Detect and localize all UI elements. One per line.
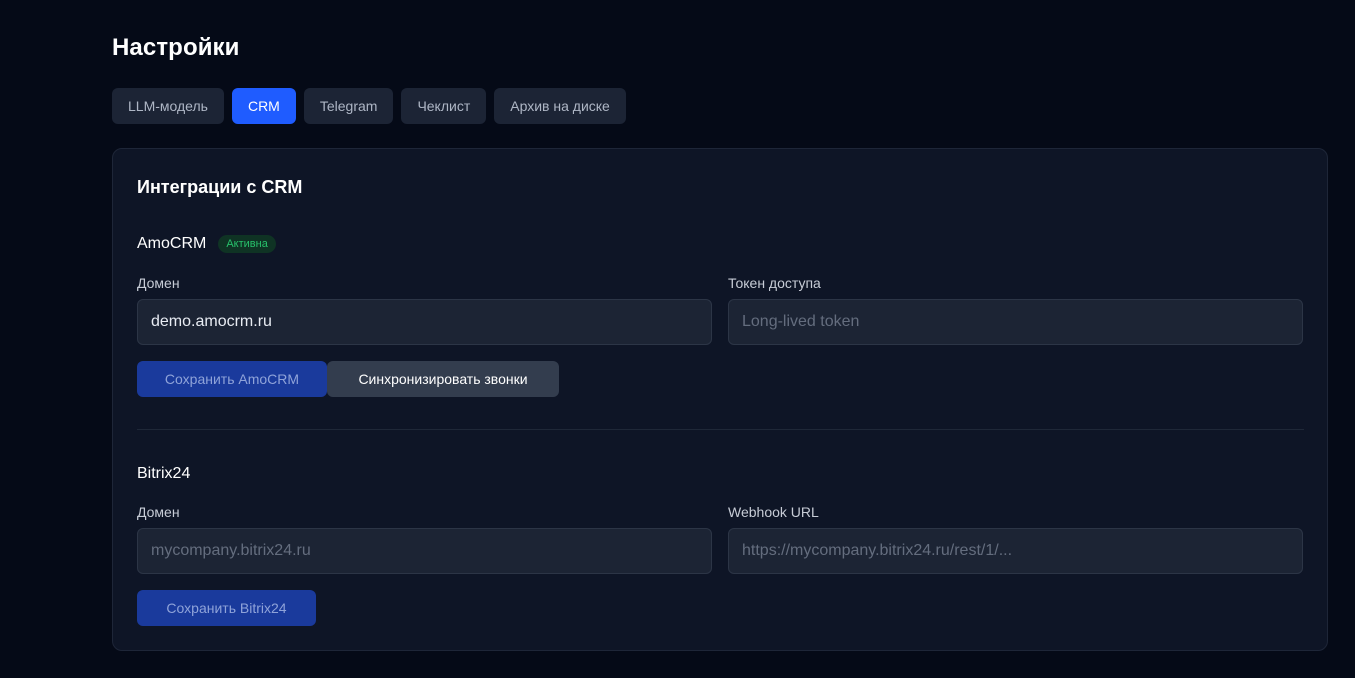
- amocrm-token-label: Токен доступа: [728, 275, 821, 291]
- bitrix-domain-input[interactable]: [137, 528, 712, 574]
- bitrix-webhook-input[interactable]: [728, 528, 1303, 574]
- tab-llm-model[interactable]: LLM-модель: [112, 88, 224, 124]
- page-title: Настройки: [112, 34, 240, 61]
- tab-crm[interactable]: CRM: [231, 88, 296, 124]
- bitrix-domain-label: Домен: [137, 504, 180, 520]
- bitrix-title: Bitrix24: [137, 465, 191, 482]
- save-bitrix-button[interactable]: Сохранить Bitrix24: [137, 590, 316, 626]
- amocrm-domain-label: Домен: [137, 275, 180, 291]
- status-badge: Активна: [218, 235, 276, 253]
- save-amocrm-button[interactable]: Сохранить AmoCRM: [137, 361, 327, 397]
- settings-tabs: LLM-модель CRM Telegram Чеклист Архив на…: [112, 88, 626, 124]
- crm-integrations-card: Интеграции с CRM AmoCRM Активна Домен То…: [112, 148, 1328, 651]
- amocrm-token-input[interactable]: [728, 299, 1303, 345]
- amocrm-title: AmoCRM: [137, 235, 207, 252]
- tab-checklist[interactable]: Чеклист: [401, 88, 487, 124]
- amocrm-section-header: AmoCRM Активна: [137, 235, 276, 253]
- tab-disk-archive[interactable]: Архив на диске: [494, 88, 626, 124]
- bitrix-section-header: Bitrix24: [137, 465, 190, 483]
- sync-calls-button[interactable]: Синхронизировать звонки: [327, 361, 559, 397]
- card-title: Интеграции с CRM: [137, 177, 303, 197]
- tab-telegram[interactable]: Telegram: [303, 88, 394, 124]
- bitrix-webhook-label: Webhook URL: [728, 504, 819, 520]
- section-divider: [137, 429, 1304, 430]
- amocrm-domain-input[interactable]: [137, 299, 712, 345]
